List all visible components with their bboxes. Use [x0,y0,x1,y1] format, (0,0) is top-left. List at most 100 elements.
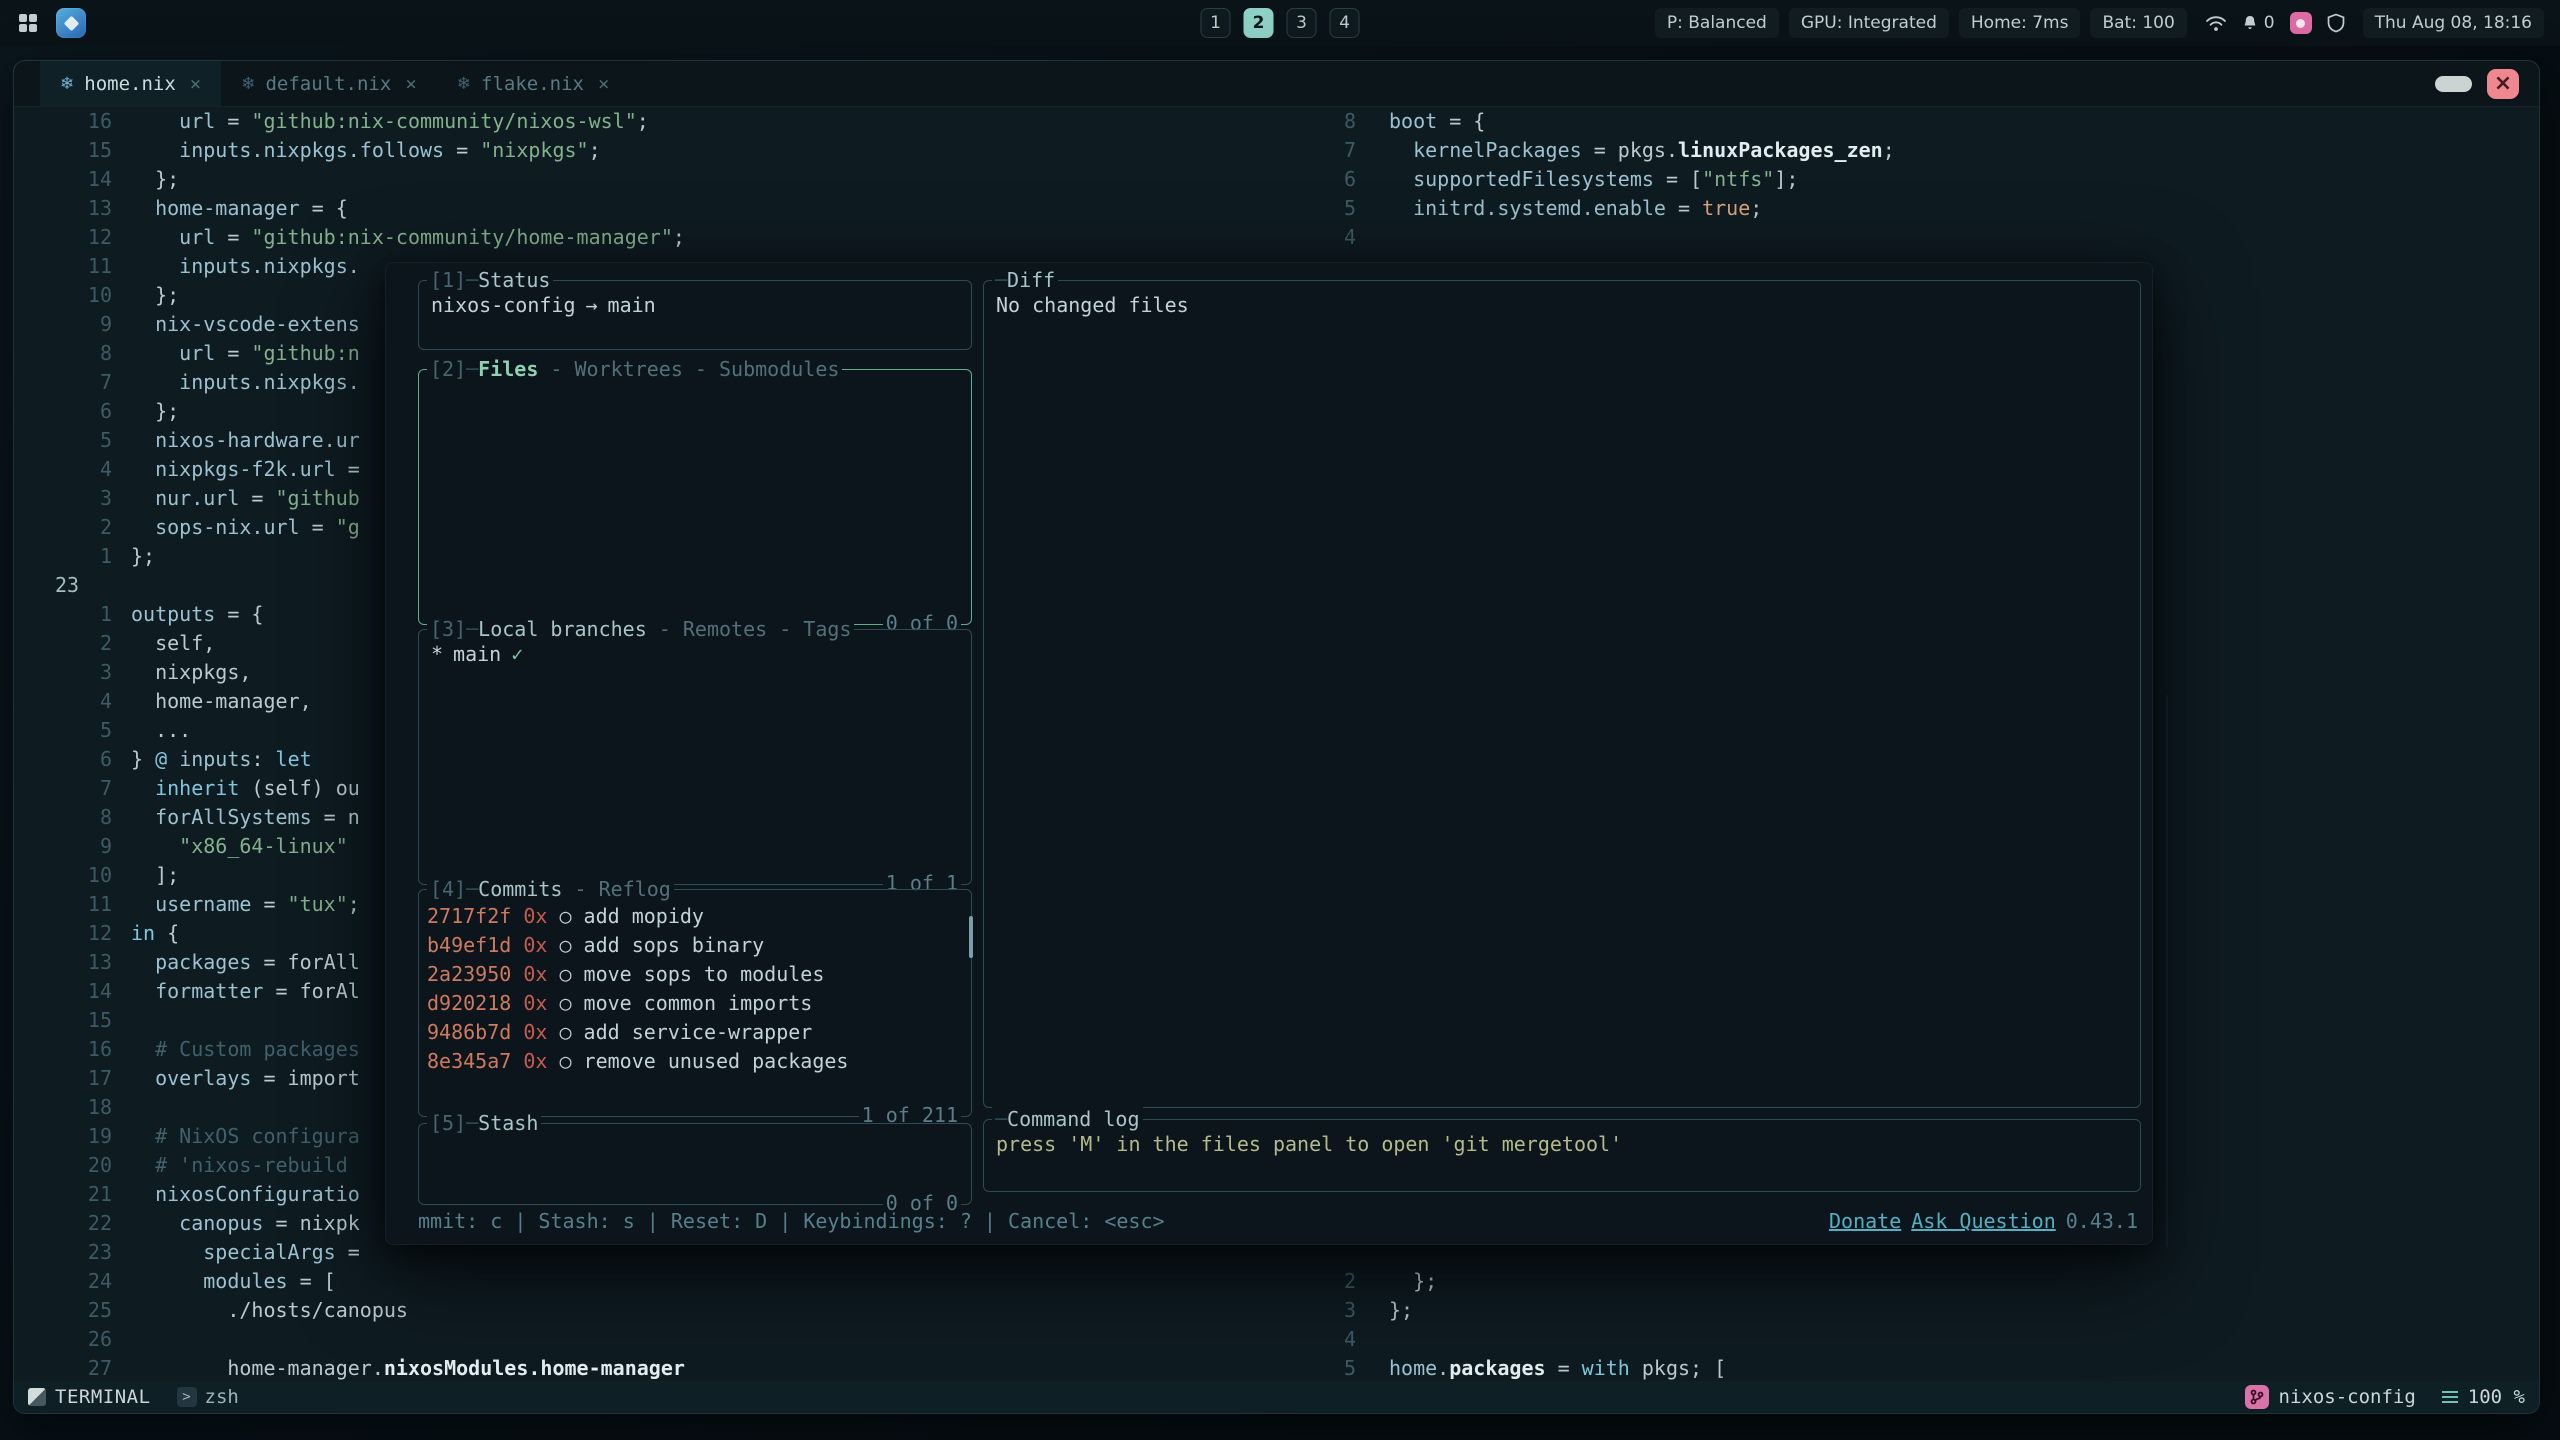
line-number: 12 [14,919,112,948]
line-number: 10 [14,861,112,890]
code-token [131,892,155,916]
code-token: "ntfs" [1702,167,1774,191]
lazygit-status-panel[interactable]: [1]─Status nixos-config→main [418,280,972,350]
lazygit-stash-panel[interactable]: [5]─Stash 0 of 0 [418,1123,972,1205]
top-bar: 1234 P: BalancedGPU: IntegratedHome: 7ms… [0,0,2560,46]
code-text: }; [1356,1267,1437,1296]
commit-row[interactable]: 9486b7d 0x ○ add service-wrapper [427,1018,963,1047]
code-text: outputs = { [112,600,263,629]
code-text [1356,1325,1389,1354]
repo-label: nixos-config [2279,1386,2416,1408]
lazygit-command-log-panel[interactable]: ─Command log press 'M' in the files pane… [983,1119,2141,1192]
code-token [131,225,179,249]
tab-flake.nix[interactable]: ❄flake.nix× [437,61,630,106]
lines-icon [2442,1391,2458,1393]
footer-links: Donate Ask Question 0.43.1 [1829,1207,2138,1236]
tab-close-icon[interactable]: × [598,73,609,95]
tab-close-icon[interactable]: × [405,73,416,95]
code-text: specialArgs = [112,1238,360,1267]
status-chips: P: BalancedGPU: IntegratedHome: 7msBat: … [1655,8,2187,38]
code-token: supportedFilesystems [1413,167,1654,191]
tab-home.nix[interactable]: ❄ home.nix × [40,61,221,106]
apps-grid-icon[interactable] [16,11,40,35]
check-icon: ✓ [511,642,523,666]
code-token: nixosModules.home-manager [384,1356,685,1380]
commits-scrollbar[interactable] [969,916,973,958]
code-line: 7 kernelPackages = pkgs.linuxPackages_ze… [1321,136,2539,165]
line-number: 5 [14,426,112,455]
line-number: 16 [14,107,112,136]
tab-default.nix[interactable]: ❄default.nix× [221,61,437,106]
code-text: nixpkgs-f2k.url = [112,455,360,484]
code-text: inherit (self) ou [112,774,360,803]
code-token: = [215,225,251,249]
line-number: 8 [1321,107,1356,136]
lazygit-branches-panel[interactable]: [3]─Local branches - Remotes - Tags *mai… [418,629,972,885]
repo-name: nixos-config [431,293,576,317]
commit-row[interactable]: b49ef1d 0x ○ add sops binary [427,931,963,960]
workspace-button-1[interactable]: 1 [1201,8,1231,38]
panel-title: [4]─Commits - Reflog [427,875,674,904]
code-text: kernelPackages = pkgs.linuxPackages_zen; [1356,136,1895,165]
workspace-button-4[interactable]: 4 [1330,8,1360,38]
code-line: 14 }; [14,165,1321,194]
line-number: 4 [14,687,112,716]
wifi-icon[interactable] [2205,15,2227,32]
tray-pink-icon[interactable] [2290,12,2312,34]
shield-icon[interactable] [2327,13,2345,33]
line-number: 24 [14,1267,112,1296]
code-token [131,515,155,539]
code-token: outputs [131,602,215,626]
shell-icon: > [177,1387,197,1407]
code-token [131,1066,155,1090]
branch-name: main [453,642,501,666]
commit-author: 0x [511,962,547,986]
code-text: # NixOS configura [112,1122,360,1151]
lazygit-commits-panel[interactable]: [4]─Commits - Reflog 2717f2f 0x ○ add mo… [418,889,972,1117]
donate-link[interactable]: Donate [1829,1209,1901,1233]
code-token: home. [1389,1356,1449,1380]
code-text: "x86_64-linux" [112,832,348,861]
code-token [1389,196,1413,220]
commit-row[interactable]: 8e345a7 0x ○ remove unused packages [427,1047,963,1076]
minimize-button[interactable] [2435,76,2472,92]
workspace-button-2[interactable]: 2 [1244,8,1274,38]
commit-author: 0x [511,991,547,1015]
code-token: = [ [1654,167,1702,191]
nix-file-icon: ❄ [457,74,471,94]
notifications[interactable]: 0 [2242,13,2275,33]
nix-file-icon: ❄ [60,74,74,94]
statusline-left: TERMINAL > zsh [28,1386,239,1408]
ask-question-link[interactable]: Ask Question [1911,1209,2056,1233]
code-token [131,1240,203,1264]
code-token [131,109,179,133]
app-icon[interactable] [56,8,86,38]
commit-row[interactable]: 2717f2f 0x ○ add mopidy [427,902,963,931]
branch-marker: * [431,642,443,666]
code-token [131,312,155,336]
code-token: = { [1437,109,1485,133]
code-token [131,341,179,365]
code-token: nixosConfiguratio [155,1182,360,1206]
code-line: 8boot = { [1321,107,2539,136]
code-text: canopus = nixpk [112,1209,360,1238]
line-number: 9 [14,310,112,339]
code-token [131,776,155,800]
lazygit-files-panel[interactable]: [2]─Files - Worktrees - Submodules 0 of … [418,369,972,625]
version-label: 0.43.1 [2066,1209,2138,1233]
app-glyph [63,15,79,31]
tab-close-icon[interactable]: × [190,73,201,95]
code-token: @ [155,747,167,771]
commit-row[interactable]: 2a23950 0x ○ move sops to modules [427,960,963,989]
line-number: 8 [14,803,112,832]
code-token: "github [276,486,360,510]
window-close-button[interactable]: × [2487,69,2519,99]
lazygit-diff-panel[interactable]: ─Diff No changed files [983,280,2141,1108]
code-token [131,138,179,162]
workspace-button-3[interactable]: 3 [1287,8,1317,38]
code-token: kernelPackages [1413,138,1582,162]
commit-row[interactable]: d920218 0x ○ move common imports [427,989,963,1018]
status-chip: Home: 7ms [1959,8,2081,38]
tab-label: home.nix [84,73,176,95]
code-line: 6 supportedFilesystems = ["ntfs"]; [1321,165,2539,194]
